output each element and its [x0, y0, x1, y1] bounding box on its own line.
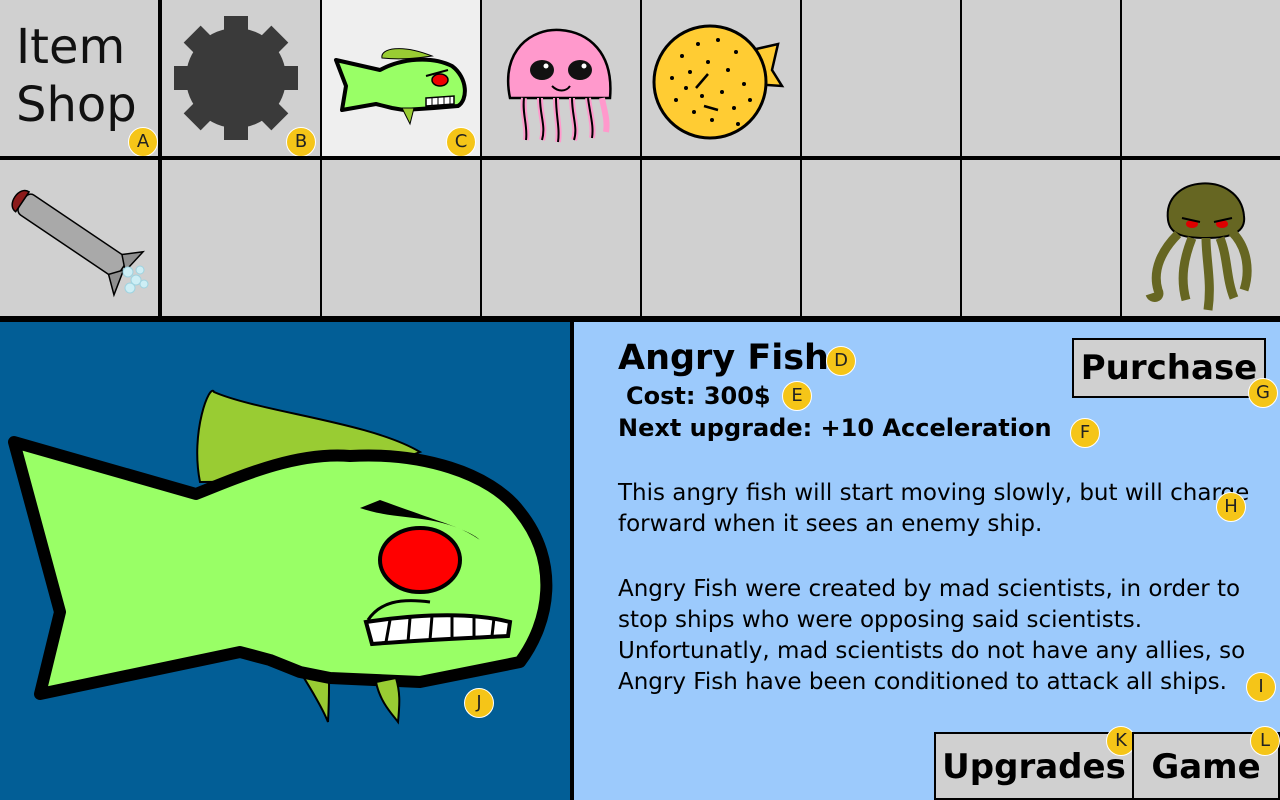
item-slot-kraken[interactable]	[1122, 160, 1280, 316]
item-info-panel: Angry Fish D Cost: 300$ E Next upgrade: …	[574, 322, 1280, 800]
item-slot-empty[interactable]	[802, 160, 960, 316]
upgrades-button[interactable]: Upgrades	[934, 732, 1134, 800]
item-slot-empty[interactable]	[962, 0, 1120, 156]
item-slot-mine[interactable]: B	[162, 0, 320, 156]
badge-i: I	[1246, 672, 1276, 702]
badge-e: E	[782, 381, 812, 411]
badge-l: L	[1250, 726, 1280, 756]
shop-title: Item Shop	[16, 19, 137, 133]
badge-b: B	[286, 127, 316, 156]
item-slot-jellyfish[interactable]	[482, 0, 640, 156]
item-slot-empty[interactable]	[162, 160, 320, 316]
item-cost: Cost: 300$	[626, 382, 771, 410]
item-description-lore: Angry Fish were created by mad scientist…	[618, 576, 1246, 695]
kraken-icon	[1145, 182, 1252, 311]
item-grid: Item Shop A B C	[0, 0, 1280, 320]
pufferfish-icon	[652, 24, 785, 140]
purchase-button[interactable]: Purchase	[1072, 338, 1266, 398]
badge-c: C	[446, 127, 476, 156]
item-slot-empty[interactable]	[962, 160, 1120, 316]
angry-fish-preview-icon	[8, 389, 553, 725]
item-description-summary: This angry fish will start moving slowly…	[618, 480, 1250, 537]
item-slot-empty[interactable]	[1122, 0, 1280, 156]
item-next-upgrade: Next upgrade: +10 Acceleration	[618, 414, 1052, 442]
badge-f: F	[1070, 418, 1100, 448]
item-name: Angry Fish	[618, 338, 829, 378]
item-slot-empty[interactable]	[802, 0, 960, 156]
item-slot-empty[interactable]	[322, 160, 480, 316]
jellyfish-icon	[507, 28, 612, 143]
item-slot-angry-fish[interactable]: C	[322, 0, 480, 156]
item-preview-panel: J	[0, 322, 570, 800]
item-slot-empty[interactable]	[642, 160, 800, 316]
item-slot-torpedo[interactable]	[0, 160, 158, 316]
item-slot-pufferfish[interactable]	[642, 0, 800, 156]
badge-d: D	[826, 346, 856, 376]
badge-j: J	[464, 688, 494, 718]
item-shop-title-cell: Item Shop A	[0, 0, 158, 156]
item-slot-empty[interactable]	[482, 160, 640, 316]
badge-h: H	[1216, 492, 1246, 522]
badge-g: G	[1248, 378, 1278, 408]
badge-a: A	[128, 127, 158, 156]
torpedo-icon	[11, 189, 149, 298]
